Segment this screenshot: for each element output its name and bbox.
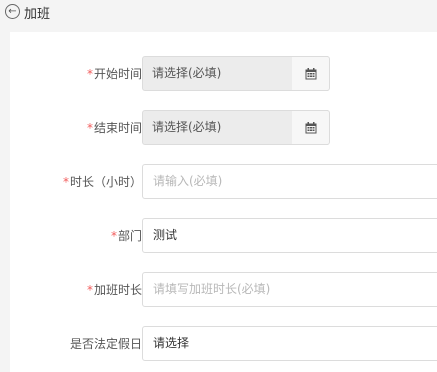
required-mark: * [86, 67, 93, 81]
overtime-duration-input[interactable]: 请填写加班时长(必填) [142, 272, 437, 307]
required-mark: * [86, 283, 93, 297]
overtime-duration-placeholder: 请填写加班时长(必填) [153, 282, 271, 296]
start-time-placeholder: 请选择(必填) [152, 66, 222, 80]
required-mark: * [86, 121, 93, 135]
form-row-end-time: *结束时间 请选择(必填) [10, 110, 437, 146]
start-time-calendar-button[interactable] [292, 56, 330, 91]
form-row-overtime-duration: *加班时长 请填写加班时长(必填) [10, 272, 437, 308]
department-value: 测试 [153, 228, 178, 242]
back-icon[interactable]: ← [5, 4, 20, 19]
holiday-value: 请选择 [153, 336, 190, 350]
required-mark: * [62, 175, 69, 189]
form-row-department: *部门 测试 [10, 218, 437, 254]
end-time-calendar-button[interactable] [292, 110, 330, 145]
form-row-duration: *时长（小时） 请输入(必填) [10, 164, 437, 200]
overtime-duration-label: *加班时长 [86, 283, 142, 297]
duration-label: *时长（小时） [62, 175, 142, 189]
duration-input[interactable]: 请输入(必填) [142, 164, 437, 199]
page-header: ← 加班 [0, 0, 437, 30]
department-label: *部门 [110, 229, 142, 243]
holiday-select[interactable]: 请选择 [142, 326, 437, 361]
form-row-start-time: *开始时间 请选择(必填) [10, 56, 437, 92]
start-time-label: *开始时间 [86, 67, 142, 81]
duration-placeholder: 请输入(必填) [153, 174, 223, 188]
end-time-placeholder: 请选择(必填) [152, 120, 222, 134]
required-mark: * [110, 229, 117, 243]
form-row-holiday: 是否法定假日 请选择 [10, 326, 437, 362]
holiday-label: 是否法定假日 [69, 337, 142, 351]
end-time-label: *结束时间 [86, 121, 142, 135]
page-title: 加班 [24, 7, 51, 22]
department-field[interactable]: 测试 [142, 218, 437, 253]
calendar-icon [305, 67, 316, 79]
overtime-form: *开始时间 请选择(必填) *结束时间 请选择(必填) *时长（小时） 请输入(… [10, 32, 437, 372]
calendar-icon [305, 121, 316, 133]
